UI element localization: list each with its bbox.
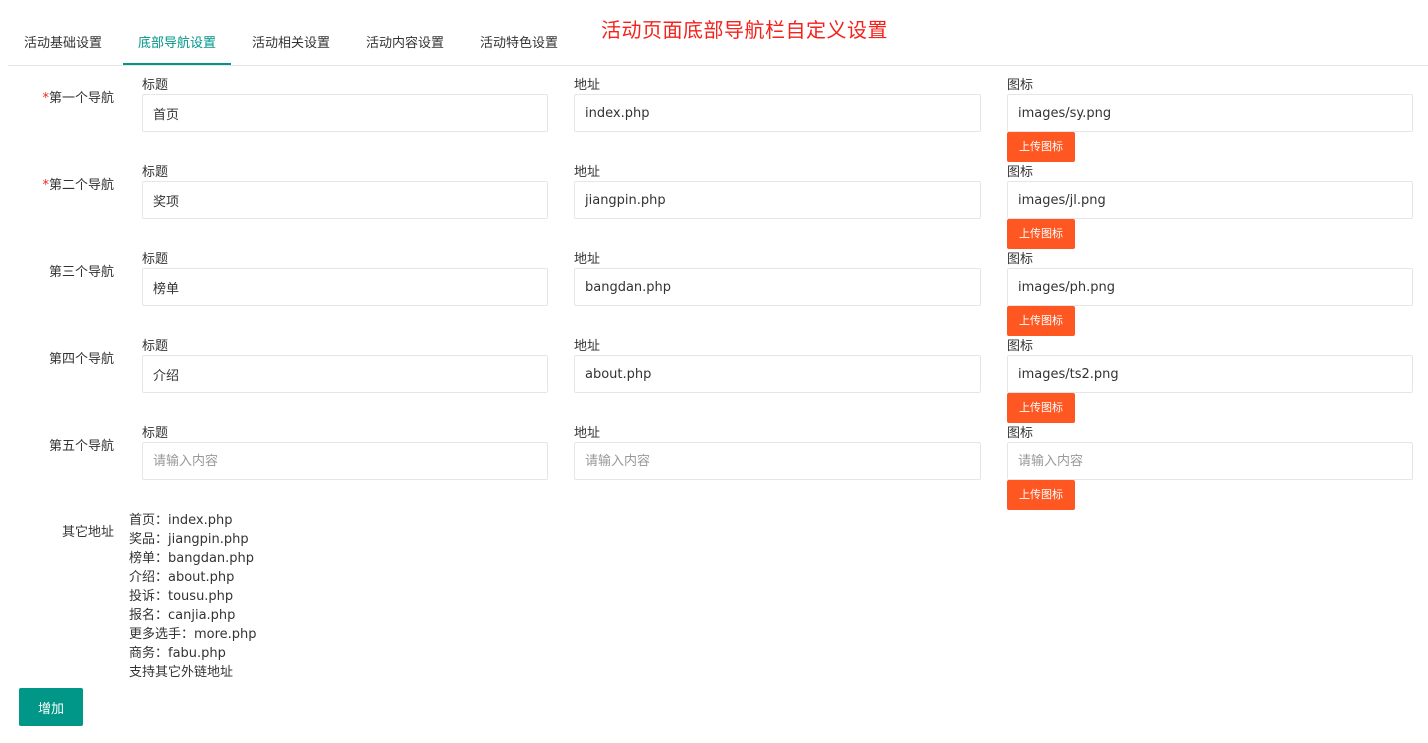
nav-row-label-text: 第二个导航 — [48, 178, 114, 193]
icon-field-group: 图标 上传图标 — [1007, 78, 1413, 162]
icon-field-group: 图标 上传图标 — [1007, 426, 1413, 510]
upload-icon-button[interactable]: 上传图标 — [1007, 132, 1075, 162]
list-item: 商务：fabu.php — [129, 646, 226, 661]
tab-basic-settings[interactable]: 活动基础设置 — [9, 34, 117, 65]
title-label: 标题 — [142, 426, 169, 441]
url-input[interactable] — [574, 94, 981, 132]
icon-label: 图标 — [1007, 78, 1034, 93]
title-field-group: 标题 — [142, 252, 548, 306]
icon-field-group: 图标 上传图标 — [1007, 165, 1413, 249]
other-addresses-label: 其它地址 — [61, 525, 114, 540]
title-input[interactable] — [142, 355, 548, 393]
nav-row-label: *第一个导航 — [0, 87, 114, 106]
url-label: 地址 — [574, 426, 601, 441]
nav-row-1: *第一个导航 标题 地址 图标 上传图标 — [0, 78, 1428, 165]
url-field-group: 地址 — [574, 165, 981, 219]
list-item: 更多选手：more.php — [129, 627, 257, 642]
title-field-group: 标题 — [142, 78, 548, 132]
icon-path-input[interactable] — [1007, 94, 1413, 132]
title-input[interactable] — [142, 181, 548, 219]
url-input[interactable] — [574, 442, 981, 480]
other-addresses-list: 首页：index.php 奖品：jiangpin.php 榜单：bangdan.… — [129, 511, 429, 682]
icon-field-group: 图标 上传图标 — [1007, 252, 1413, 336]
list-item: 支持其它外链地址 — [129, 665, 234, 680]
title-input[interactable] — [142, 442, 548, 480]
title-input[interactable] — [142, 268, 548, 306]
title-field-group: 标题 — [142, 426, 548, 480]
nav-row-label: 第三个导航 — [0, 261, 114, 280]
page-banner-title: 活动页面底部导航栏自定义设置 — [601, 18, 888, 42]
tab-feature-settings[interactable]: 活动特色设置 — [465, 34, 573, 65]
icon-path-input[interactable] — [1007, 181, 1413, 219]
list-item: 奖品：jiangpin.php — [129, 532, 249, 547]
nav-row-label-text: 第四个导航 — [48, 352, 114, 367]
url-input[interactable] — [574, 268, 981, 306]
url-label: 地址 — [574, 165, 601, 180]
url-label: 地址 — [574, 78, 601, 93]
url-input[interactable] — [574, 355, 981, 393]
url-field-group: 地址 — [574, 339, 981, 393]
upload-icon-button[interactable]: 上传图标 — [1007, 480, 1075, 510]
list-item: 榜单：bangdan.php — [129, 551, 255, 566]
tab-related-settings[interactable]: 活动相关设置 — [237, 34, 345, 65]
nav-row-label: 第四个导航 — [0, 348, 114, 367]
list-item: 报名：canjia.php — [129, 608, 236, 623]
tab-bottom-nav-settings[interactable]: 底部导航设置 — [123, 34, 232, 65]
upload-icon-button[interactable]: 上传图标 — [1007, 219, 1075, 249]
nav-row-4: 第四个导航 标题 地址 图标 上传图标 — [0, 339, 1428, 426]
nav-row-5: 第五个导航 标题 地址 图标 上传图标 — [0, 426, 1428, 513]
icon-path-input[interactable] — [1007, 268, 1413, 306]
icon-field-group: 图标 上传图标 — [1007, 339, 1413, 423]
icon-label: 图标 — [1007, 252, 1034, 267]
icon-label: 图标 — [1007, 426, 1034, 441]
title-label: 标题 — [142, 339, 169, 354]
title-label: 标题 — [142, 165, 169, 180]
upload-icon-button[interactable]: 上传图标 — [1007, 393, 1075, 423]
title-field-group: 标题 — [142, 165, 548, 219]
icon-path-input[interactable] — [1007, 355, 1413, 393]
nav-row-label: 第五个导航 — [0, 435, 114, 454]
nav-row-2: *第二个导航 标题 地址 图标 上传图标 — [0, 165, 1428, 252]
list-item: 首页：index.php — [129, 513, 233, 528]
add-button[interactable]: 增加 — [19, 688, 83, 726]
url-label: 地址 — [574, 252, 601, 267]
upload-icon-button[interactable]: 上传图标 — [1007, 306, 1075, 336]
nav-row-label: *第二个导航 — [0, 174, 114, 193]
url-field-group: 地址 — [574, 78, 981, 132]
list-item: 介绍：about.php — [129, 570, 235, 585]
nav-row-label-text: 第一个导航 — [48, 91, 114, 106]
url-field-group: 地址 — [574, 252, 981, 306]
url-field-group: 地址 — [574, 426, 981, 480]
title-input[interactable] — [142, 94, 548, 132]
nav-row-label-text: 第五个导航 — [48, 439, 114, 454]
url-label: 地址 — [574, 339, 601, 354]
icon-label: 图标 — [1007, 339, 1034, 354]
nav-row-label-text: 第三个导航 — [48, 265, 114, 280]
title-label: 标题 — [142, 252, 169, 267]
icon-label: 图标 — [1007, 165, 1034, 180]
tab-content-settings[interactable]: 活动内容设置 — [351, 34, 459, 65]
icon-path-input[interactable] — [1007, 442, 1413, 480]
title-label: 标题 — [142, 78, 169, 93]
title-field-group: 标题 — [142, 339, 548, 393]
nav-row-3: 第三个导航 标题 地址 图标 上传图标 — [0, 252, 1428, 339]
list-item: 投诉：tousu.php — [129, 589, 234, 604]
url-input[interactable] — [574, 181, 981, 219]
